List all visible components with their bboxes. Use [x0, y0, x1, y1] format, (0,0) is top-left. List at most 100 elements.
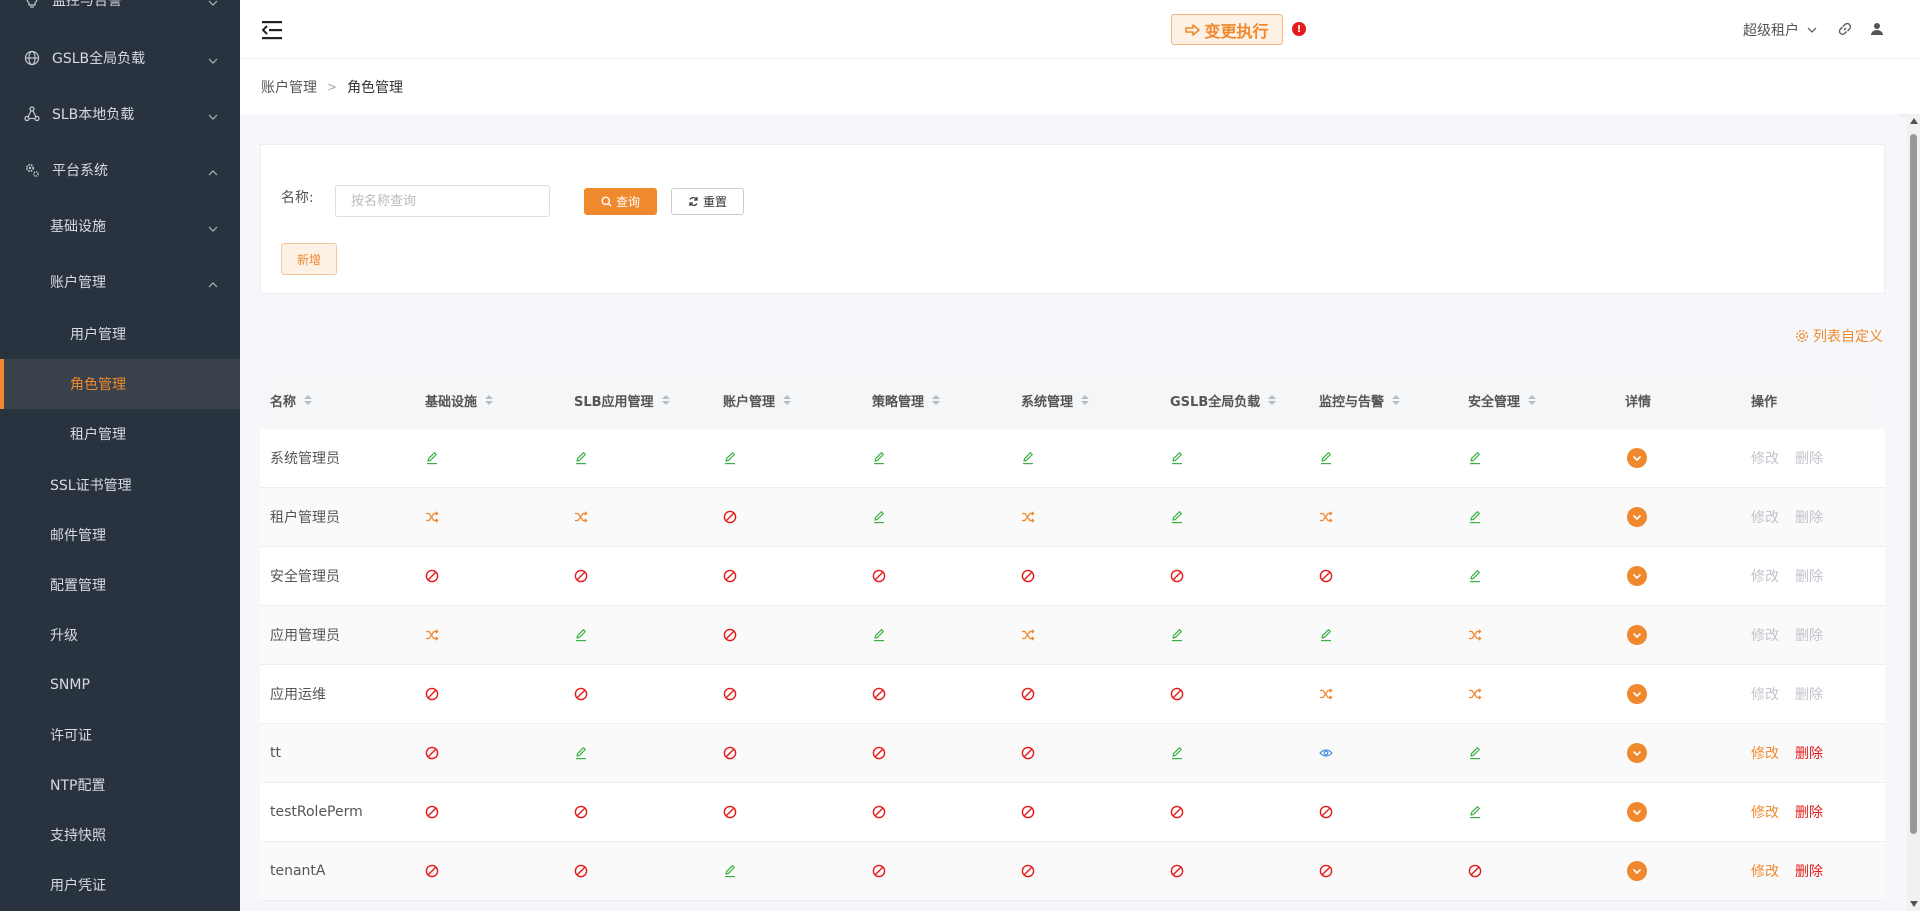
change-execute-label: 变更执行 — [1204, 21, 1269, 41]
sidebar-item[interactable]: NTP配置 — [0, 760, 240, 810]
delete-role-button: 删除 — [1795, 628, 1823, 644]
operations-cell: 修改 删除 — [1751, 724, 1839, 782]
edit-permission-icon — [1170, 606, 1184, 664]
column-header[interactable]: 策略管理 — [872, 371, 941, 429]
operations-cell: 修改 删除 — [1751, 547, 1839, 605]
no-permission-icon — [574, 783, 588, 841]
sidebar-item[interactable]: 监控与告警 — [0, 0, 240, 25]
sidebar-item[interactable]: SSL证书管理 — [0, 460, 240, 510]
sort-icon[interactable] — [1081, 395, 1090, 405]
query-button[interactable]: 查询 — [584, 188, 657, 215]
top-header: 变更执行 ! 超级租户 — [240, 0, 1920, 58]
gears-icon — [24, 162, 40, 178]
sort-icon[interactable] — [661, 395, 670, 405]
edit-role-button[interactable]: 修改 — [1751, 743, 1779, 763]
edit-permission-icon — [574, 606, 588, 664]
breadcrumb-parent[interactable]: 账户管理 — [261, 77, 317, 97]
sidebar-item[interactable]: 基础设施 — [0, 201, 240, 251]
sidebar-item[interactable]: 用户凭证 — [0, 860, 240, 910]
sidebar-item[interactable]: GSLB全局负载 — [0, 33, 240, 83]
operations-cell: 修改 删除 — [1751, 783, 1839, 841]
name-filter-label: 名称: — [281, 190, 314, 206]
edit-role-button[interactable]: 修改 — [1751, 802, 1779, 822]
expand-detail-icon[interactable] — [1627, 802, 1647, 822]
column-header[interactable]: 监控与告警 — [1319, 371, 1401, 429]
partial-permission-icon — [425, 488, 439, 546]
sidebar-item[interactable]: 账户管理 — [0, 257, 240, 307]
edit-role-button: 修改 — [1751, 510, 1779, 526]
column-header[interactable]: 账户管理 — [723, 371, 792, 429]
add-role-button[interactable]: 新增 — [281, 243, 337, 275]
sidebar-item[interactable]: 角色管理 — [0, 359, 240, 409]
sidebar-item[interactable]: 支持快照 — [0, 810, 240, 860]
change-execute-button[interactable]: 变更执行 — [1171, 14, 1283, 45]
edit-role-button[interactable]: 修改 — [1751, 861, 1779, 881]
sidebar-item[interactable]: SNMP — [0, 660, 240, 710]
refresh-icon — [689, 197, 698, 206]
menu-fold-icon[interactable] — [262, 20, 284, 40]
chevron-down-icon — [208, 221, 218, 232]
column-header-label: 操作 — [1751, 394, 1778, 410]
column-header[interactable]: 系统管理 — [1021, 371, 1090, 429]
expand-detail-icon[interactable] — [1627, 507, 1647, 527]
expand-detail-icon[interactable] — [1627, 448, 1647, 468]
expand-detail-icon[interactable] — [1627, 625, 1647, 645]
expand-detail-icon[interactable] — [1627, 861, 1647, 881]
column-header[interactable]: GSLB全局负载 — [1170, 371, 1277, 429]
partial-permission-icon — [1021, 488, 1035, 546]
view-permission-icon — [1319, 724, 1333, 782]
no-permission-icon — [1021, 724, 1035, 782]
sidebar-item[interactable]: 升级 — [0, 610, 240, 660]
gear-icon — [1796, 330, 1808, 342]
sidebar-item[interactable]: SLB本地负载 — [0, 89, 240, 139]
list-customize-label: 列表自定义 — [1813, 329, 1883, 345]
no-permission-icon — [425, 724, 439, 782]
sidebar-item[interactable]: 许可证 — [0, 710, 240, 760]
reset-button[interactable]: 重置 — [671, 188, 744, 215]
expand-detail-icon[interactable] — [1627, 566, 1647, 586]
sidebar-item[interactable]: 配置管理 — [0, 560, 240, 610]
sidebar-item[interactable]: 平台系统 — [0, 145, 240, 195]
detail-cell — [1627, 429, 1647, 487]
sort-icon[interactable] — [783, 395, 792, 405]
delete-role-button: 删除 — [1795, 687, 1823, 703]
scroll-up-icon[interactable] — [1910, 118, 1918, 124]
expand-detail-icon[interactable] — [1627, 684, 1647, 704]
sidebar-item[interactable]: 用户管理 — [0, 309, 240, 359]
user-icon[interactable] — [1870, 22, 1884, 36]
sort-icon[interactable] — [304, 395, 313, 405]
link-icon[interactable] — [1838, 22, 1852, 36]
sort-icon[interactable] — [1268, 395, 1277, 405]
edit-permission-icon — [425, 429, 439, 487]
table-row: 应用运维 修改 删除 — [260, 665, 1885, 724]
alert-icon[interactable]: ! — [1292, 22, 1306, 36]
delete-role-button[interactable]: 删除 — [1795, 802, 1823, 822]
delete-role-button[interactable]: 删除 — [1795, 861, 1823, 881]
sidebar-item[interactable]: 租户管理 — [0, 409, 240, 459]
scroll-thumb[interactable] — [1910, 134, 1917, 834]
expand-detail-icon[interactable] — [1627, 743, 1647, 763]
role-name-cell: testRolePerm — [270, 804, 363, 820]
column-header[interactable]: 安全管理 — [1468, 371, 1537, 429]
tenant-switcher[interactable]: 超级租户 — [1743, 20, 1817, 40]
column-header: 详情 — [1625, 371, 1651, 429]
sidebar-item[interactable]: 邮件管理 — [0, 510, 240, 560]
list-customize-button[interactable]: 列表自定义 — [1795, 326, 1883, 346]
vertical-scrollbar[interactable] — [1907, 114, 1920, 911]
edit-permission-icon — [1468, 429, 1482, 487]
no-permission-icon — [723, 547, 737, 605]
sort-icon[interactable] — [485, 395, 494, 405]
name-search-input[interactable] — [335, 185, 550, 217]
scroll-down-icon[interactable] — [1910, 901, 1918, 907]
delete-role-button: 删除 — [1795, 451, 1823, 467]
column-header[interactable]: 名称 — [270, 371, 313, 429]
delete-role-button[interactable]: 删除 — [1795, 743, 1823, 763]
delete-role-button: 删除 — [1795, 569, 1823, 585]
column-header[interactable]: SLB应用管理 — [574, 371, 670, 429]
sort-icon[interactable] — [1392, 395, 1401, 405]
edit-permission-icon — [1468, 547, 1482, 605]
edit-permission-icon — [1170, 724, 1184, 782]
column-header[interactable]: 基础设施 — [425, 371, 494, 429]
sort-icon[interactable] — [1528, 395, 1537, 405]
sort-icon[interactable] — [932, 395, 941, 405]
